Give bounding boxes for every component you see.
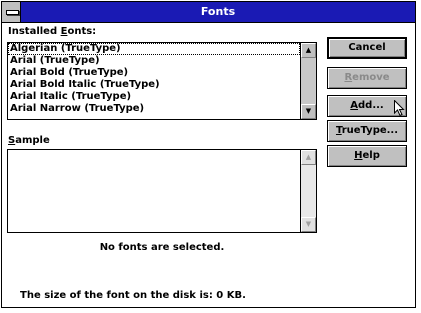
title-bar[interactable]: Fonts [2, 2, 415, 23]
sample-scrollbar: ▲ ▼ [300, 150, 316, 232]
mouse-pointer-icon [394, 100, 405, 117]
arrow-up-icon: ▲ [301, 150, 316, 165]
arrow-down-icon[interactable]: ▼ [301, 104, 316, 119]
sample-preview-box: ▲ ▼ [7, 149, 317, 233]
disk-size-text: The size of the font on the disk is: 0 K… [20, 290, 246, 301]
remove-button[interactable]: Remove [327, 67, 407, 89]
arrow-up-icon[interactable]: ▲ [301, 43, 316, 58]
list-item[interactable]: Arial Bold (TrueType) [8, 67, 300, 79]
font-list-scrollbar[interactable]: ▲ ▼ [300, 43, 316, 119]
list-item[interactable]: Arial Bold Italic (TrueType) [8, 79, 300, 91]
cancel-button[interactable]: Cancel [327, 37, 407, 59]
help-button[interactable]: Help [327, 145, 407, 167]
system-menu-button[interactable] [2, 2, 21, 22]
list-item[interactable]: Algerian (TrueType) [8, 43, 300, 55]
sample-label: Sample [8, 135, 50, 146]
truetype-button[interactable]: TrueType... [327, 120, 407, 142]
installed-fonts-label: Installed Eonts: [8, 26, 97, 37]
arrow-down-icon: ▼ [301, 217, 316, 232]
list-item[interactable]: Arial Italic (TrueType) [8, 91, 300, 103]
font-list[interactable]: Algerian (TrueType) Arial (TrueType) Arial… [8, 43, 300, 119]
list-item[interactable]: Arial Narrow (TrueType) [8, 103, 300, 115]
installed-fonts-listbox[interactable]: Algerian (TrueType) Arial (TrueType) Arial… [7, 42, 317, 120]
fonts-dialog: Fonts Installed Eonts: Algerian (TrueTyp… [1, 1, 416, 308]
system-menu-icon [6, 10, 19, 15]
list-item[interactable]: Arial (TrueType) [8, 55, 300, 67]
no-font-selected-message: No fonts are selected. [99, 242, 225, 253]
window-title: Fonts [200, 5, 236, 18]
